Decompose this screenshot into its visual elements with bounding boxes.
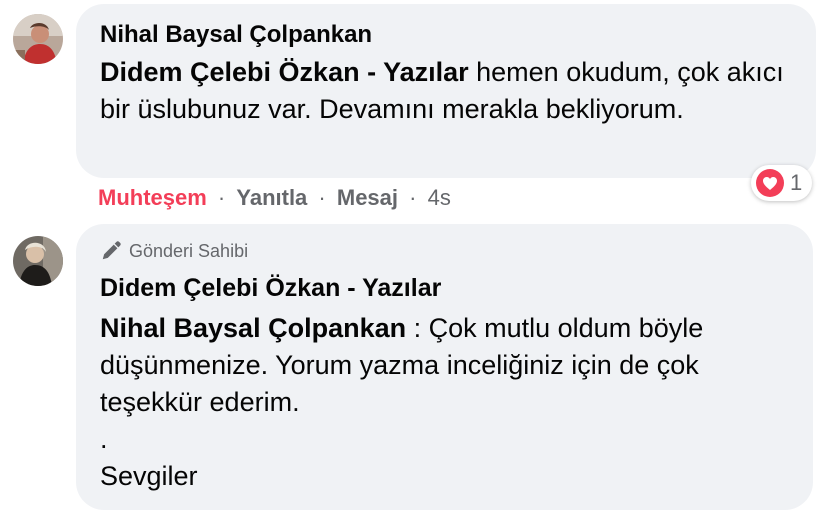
reaction-summary[interactable]: 1	[751, 165, 813, 201]
avatar-didem[interactable]	[13, 236, 63, 286]
separator: ·	[318, 185, 326, 210]
reply-line-signoff: Sevgiler	[100, 461, 198, 491]
message-button[interactable]: Mesaj	[337, 185, 398, 210]
comment-body: Didem Çelebi Özkan - Yazılar hemen okudu…	[100, 54, 792, 128]
separator: ·	[217, 185, 226, 210]
avatar-nihal[interactable]	[13, 14, 63, 64]
comment-author[interactable]: Nihal Baysal Çolpankan	[100, 21, 792, 49]
author-badge: Gönderi Sahibi	[100, 240, 789, 262]
reply-body: Nihal Baysal Çolpankan : Çok mutlu oldum…	[100, 310, 789, 421]
avatar-photo-icon	[13, 14, 63, 64]
badge-label: Gönderi Sahibi	[129, 241, 249, 261]
reaction-count: 1	[790, 170, 803, 195]
avatar-photo-icon	[13, 236, 63, 286]
reply-line-dot: .	[100, 424, 108, 454]
pen-icon	[102, 241, 121, 260]
comment-actions: Muhteşem · Yanıtla · Mesaj · 4s	[98, 184, 451, 212]
mention-link[interactable]: Nihal Baysal Çolpankan	[100, 313, 406, 343]
comment-bubble: Nihal Baysal Çolpankan Didem Çelebi Özka…	[76, 4, 816, 178]
separator: ·	[409, 185, 417, 210]
reply-button[interactable]: Yanıtla	[236, 185, 307, 210]
reaction-button[interactable]: Muhteşem	[98, 185, 207, 210]
heart-icon	[756, 169, 784, 197]
mention-link[interactable]: Didem Çelebi Özkan - Yazılar	[100, 57, 469, 87]
reply-bubble: Gönderi Sahibi Didem Çelebi Özkan - Yazı…	[76, 224, 813, 510]
reply-author[interactable]: Didem Çelebi Özkan - Yazılar	[100, 274, 789, 302]
comment-timestamp[interactable]: 4s	[428, 185, 451, 210]
